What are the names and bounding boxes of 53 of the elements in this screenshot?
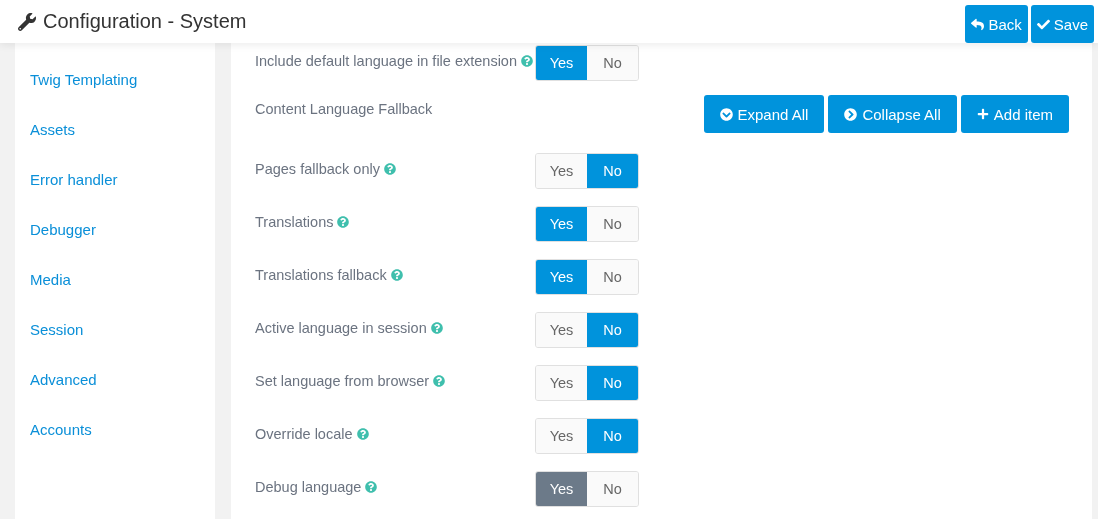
toggle-option[interactable]: Yes	[536, 472, 587, 506]
setting-label: Debug language	[255, 479, 362, 495]
page-title: Configuration - System	[18, 10, 963, 33]
help-icon[interactable]	[433, 375, 446, 387]
expand-button[interactable]: Expand All	[703, 95, 825, 133]
toggle-option[interactable]: No	[587, 313, 638, 347]
sidebar-link[interactable]: Twig Templating	[30, 70, 215, 90]
toggle-option[interactable]: No	[587, 472, 638, 506]
help-icon[interactable]	[430, 322, 443, 334]
wrench-icon	[18, 12, 36, 31]
toggle-option[interactable]: Yes	[536, 419, 587, 453]
chevron-down-icon	[719, 107, 733, 121]
setting-label: Pages fallback only	[255, 161, 380, 177]
toggle-option[interactable]: Yes	[536, 366, 587, 400]
toggle-option[interactable]: No	[587, 46, 638, 80]
check-icon	[1036, 17, 1050, 31]
setting-label: Include default language in file extension	[255, 53, 517, 69]
toggle-option[interactable]: Yes	[536, 154, 587, 188]
help-icon[interactable]	[356, 428, 369, 440]
setting-label: Translations	[255, 214, 334, 230]
toggle-option[interactable]: Yes	[536, 260, 587, 294]
sidebar-link[interactable]: Debugger	[30, 220, 215, 240]
toggle-option[interactable]: No	[587, 419, 638, 453]
toggle-option[interactable]: No	[587, 366, 638, 400]
sidebar-link[interactable]: Session	[30, 320, 215, 340]
help-icon[interactable]	[521, 55, 533, 67]
setting-label: Active language in session	[255, 320, 427, 336]
toggle-option[interactable]: Yes	[536, 313, 587, 347]
sidebar-link[interactable]: Accounts	[30, 420, 215, 440]
back-button[interactable]: Back	[965, 5, 1028, 43]
help-icon[interactable]	[390, 269, 403, 281]
toggle-option[interactable]: No	[587, 207, 638, 241]
add-button[interactable]: Add item	[960, 95, 1069, 133]
save-button[interactable]: Save	[1030, 5, 1094, 43]
sidebar-link[interactable]: Assets	[30, 120, 215, 140]
plus-icon	[976, 108, 989, 120]
help-icon[interactable]	[365, 481, 378, 493]
toggle-option[interactable]: Yes	[536, 207, 587, 241]
toggle-option[interactable]: Yes	[536, 46, 587, 80]
setting-label: Content Language Fallback	[255, 101, 433, 117]
setting-label: Translations fallback	[255, 267, 387, 283]
toggle-option[interactable]: No	[587, 260, 638, 294]
setting-label: Set language from browser	[255, 373, 430, 389]
help-icon[interactable]	[337, 216, 350, 228]
setting-label: Override locale	[255, 426, 353, 442]
toggle-option[interactable]: No	[587, 154, 638, 188]
sidebar-link[interactable]: Media	[30, 270, 215, 290]
sidebar-link[interactable]: Error handler	[30, 170, 215, 190]
chevron-right-icon	[844, 107, 858, 121]
reply-icon	[971, 17, 985, 31]
collapse-button[interactable]: Collapse All	[828, 95, 957, 133]
help-icon[interactable]	[383, 163, 396, 175]
sidebar-link[interactable]: Advanced	[30, 370, 215, 390]
